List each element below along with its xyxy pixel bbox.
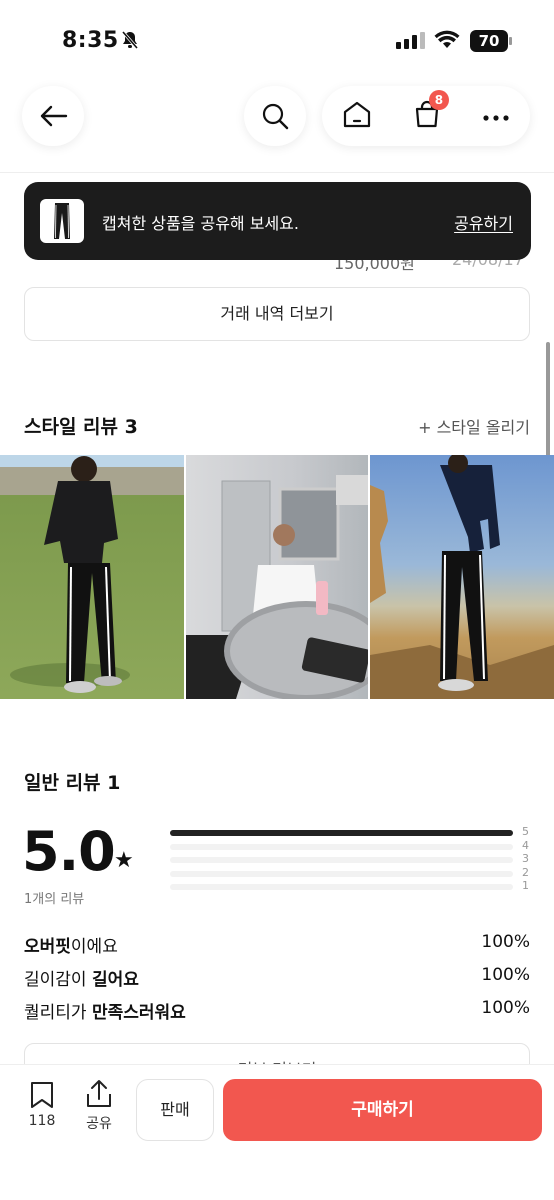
rating-distribution: 54321 [170, 825, 530, 895]
attribute-prefix: 길이감이 [24, 970, 92, 990]
cart-button[interactable]: 8 [413, 90, 449, 132]
buy-button[interactable]: 구매하기 [223, 1079, 542, 1141]
rating-bar-label: 5 [522, 825, 529, 838]
nav-action-group: 8 [322, 86, 530, 146]
bottom-action-bar: 118 공유 판매 구매하기 [0, 1064, 554, 1200]
attribute-keyword: 만족스러워요 [91, 1003, 186, 1023]
sell-button[interactable]: 판매 [136, 1079, 214, 1141]
wifi-icon [434, 30, 460, 54]
home-icon [344, 101, 371, 128]
rating-bar-track [170, 884, 513, 890]
status-time: 8:35 [62, 28, 119, 53]
more-horizontal-icon [483, 114, 509, 121]
scrollbar[interactable] [546, 342, 550, 472]
attribute-percent: 100% [481, 965, 530, 985]
trade-history-more-button[interactable]: 거래 내역 더보기 [24, 287, 530, 341]
bookmark-icon [31, 1082, 53, 1108]
review-attribute-row: 오버핏이에요 100% [24, 932, 530, 957]
share-icon [87, 1080, 111, 1107]
more-options-button[interactable] [482, 107, 510, 126]
bell-muted-icon [120, 30, 140, 54]
review-attribute-row: 퀄리티가 만족스러워요 100% [24, 998, 530, 1023]
rating-bar-row: 3 [170, 852, 530, 868]
rating-bar-row: 5 [170, 825, 530, 841]
attribute-keyword: 오버핏 [24, 937, 71, 957]
review-count: 1개의 리뷰 [24, 892, 85, 907]
section-divider [0, 172, 554, 173]
review-attribute-row: 길이감이 길어요 100% [24, 965, 530, 990]
rating-bar-track [170, 870, 513, 877]
toast-message: 캡쳐한 상품을 공유해 보세요. [102, 214, 299, 233]
rating-bar-row: 4 [170, 838, 530, 855]
style-review-title: 스타일 리뷰 3 [24, 416, 138, 438]
style-review-photo[interactable] [186, 455, 368, 699]
attribute-keyword: 길어요 [91, 970, 139, 990]
rating-bar-track [170, 843, 513, 850]
rating-bar-label: 1 [522, 879, 529, 892]
star-icon: ★ [114, 848, 134, 873]
back-button[interactable] [22, 86, 84, 146]
rating-bar-row: 1 [170, 879, 530, 895]
attribute-percent: 100% [481, 932, 530, 952]
rating-bar-fill [170, 830, 513, 836]
home-button[interactable] [342, 100, 372, 132]
rating-bar-label: 3 [522, 852, 529, 865]
cart-count-badge: 8 [428, 90, 449, 110]
status-bar: 8:35 70 [0, 0, 554, 80]
style-review-photo[interactable] [0, 455, 184, 699]
bookmark-count: 118 [28, 1113, 56, 1129]
general-review-title: 일반 리뷰 1 [24, 772, 121, 794]
attribute-prefix: 퀄리티가 [24, 1003, 92, 1023]
style-review-photo[interactable] [370, 455, 554, 699]
average-rating: 5.0 [22, 820, 116, 883]
share-label: 공유 [86, 1116, 112, 1132]
share-capture-toast: 캡쳐한 상품을 공유해 보세요. 공유하기 [24, 182, 531, 260]
rating-bar-track [170, 857, 513, 863]
arrow-left-icon [40, 105, 68, 127]
search-icon [262, 103, 289, 130]
rating-bar-row: 2 [170, 865, 530, 882]
attribute-suffix: 이에요 [70, 937, 118, 957]
rating-bar-label: 4 [522, 838, 529, 852]
upload-style-link[interactable]: + 스타일 올리기 [418, 414, 530, 438]
cellular-signal-icon [396, 32, 425, 49]
battery-indicator: 70 [470, 30, 512, 52]
share-button[interactable]: 공유 [78, 1079, 120, 1133]
attribute-percent: 100% [481, 998, 530, 1018]
bookmark-button[interactable]: 118 [22, 1081, 62, 1129]
toast-share-link[interactable]: 공유하기 [454, 210, 513, 234]
search-button[interactable] [244, 86, 306, 146]
product-thumbnail [40, 199, 84, 243]
rating-bar-label: 2 [522, 865, 529, 879]
